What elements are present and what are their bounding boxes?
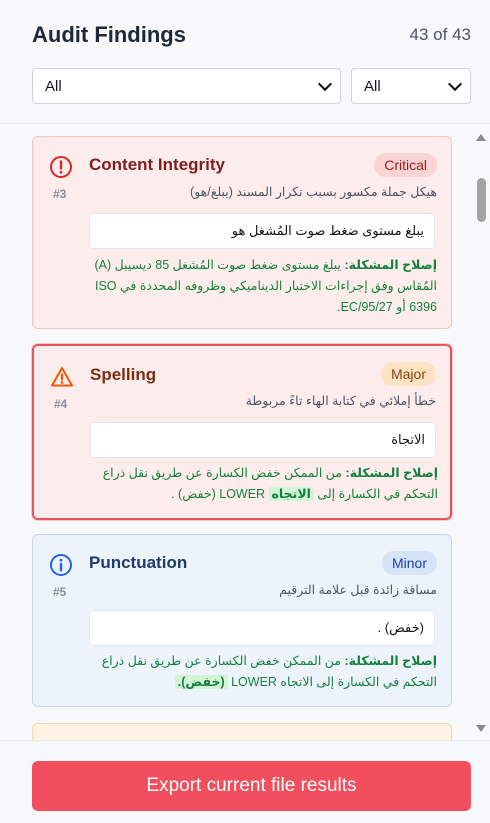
source-snippet: الاتجاة [90, 422, 436, 458]
finding-number: #4 [54, 397, 68, 411]
severity-badge: Minor [381, 551, 437, 575]
finding-card-selected[interactable]: #4 Spelling Major خطأ إملائي في كتابة ال… [32, 344, 452, 520]
finding-category: Punctuation [89, 553, 188, 572]
finding-card[interactable]: #5 Punctuation Minor مسافة زائدة قبل علا… [32, 534, 452, 707]
finding-description: خطأ إملائي في كتابة الهاء تاءً مربوطة [245, 394, 436, 408]
fix-highlight: (خفض). [174, 675, 228, 689]
panel-header: Audit Findings 43 of 43 All All [0, 0, 490, 124]
fix-suggestion: إصلاح المشكلة: من الممكن خفض الكسارة عن … [90, 463, 438, 505]
fix-suggestion: إصلاح المشكلة: من الممكن خفض الكسارة عن … [89, 651, 437, 693]
scrollbar-thumb[interactable] [477, 178, 486, 222]
severity-filter-select[interactable]: All [351, 68, 471, 104]
findings-count: 43 of 43 [409, 25, 471, 44]
scroll-up-arrow[interactable] [476, 134, 486, 141]
fix-label: إصلاح المشكلة: [344, 654, 437, 668]
finding-number: #3 [53, 187, 67, 201]
info-circle-icon [50, 554, 72, 576]
fix-label: إصلاح المشكلة: [345, 466, 438, 480]
export-results-button[interactable]: Export current file results [32, 761, 471, 811]
source-snippet: يبلغ مستوى ضغط صوت المُشغل هو [89, 213, 435, 249]
severity-filter-value: All [364, 77, 381, 95]
source-snippet: (خفض) . [89, 610, 435, 646]
chevron-down-icon [447, 76, 463, 91]
file-filter-value: All [45, 77, 62, 95]
error-circle-icon [50, 156, 72, 178]
chevron-down-icon [317, 76, 333, 91]
fix-highlight: الاتجاه [268, 487, 314, 501]
findings-list[interactable]: #3 Content Integrity Critical هيكل جملة … [0, 125, 474, 740]
fix-label: إصلاح المشكلة: [344, 258, 437, 272]
page-title: Audit Findings [32, 22, 186, 47]
finding-number: #5 [53, 585, 67, 599]
finding-description: هيكل جملة مكسور بسبب تكرار المسند (يبلغ/… [190, 185, 437, 199]
finding-category: Spelling [90, 365, 157, 384]
panel-footer: Export current file results [0, 740, 490, 823]
fix-text-after: LOWER (خفض) . [171, 487, 266, 501]
fix-suggestion: إصلاح المشكلة: يبلغ مستوى ضغط صوت المُشغ… [89, 255, 437, 318]
finding-description: مسافة زائدة قبل علامة الترقيم [279, 583, 437, 597]
warning-triangle-icon [51, 367, 73, 387]
scroll-down-arrow[interactable] [476, 725, 486, 732]
severity-badge: Major [380, 362, 436, 386]
finding-card[interactable]: #3 Content Integrity Critical هيكل جملة … [32, 136, 452, 329]
finding-category: Content Integrity [89, 155, 225, 174]
finding-card[interactable] [32, 723, 452, 740]
severity-badge: Critical [374, 153, 437, 177]
file-filter-select[interactable]: All [32, 68, 341, 104]
